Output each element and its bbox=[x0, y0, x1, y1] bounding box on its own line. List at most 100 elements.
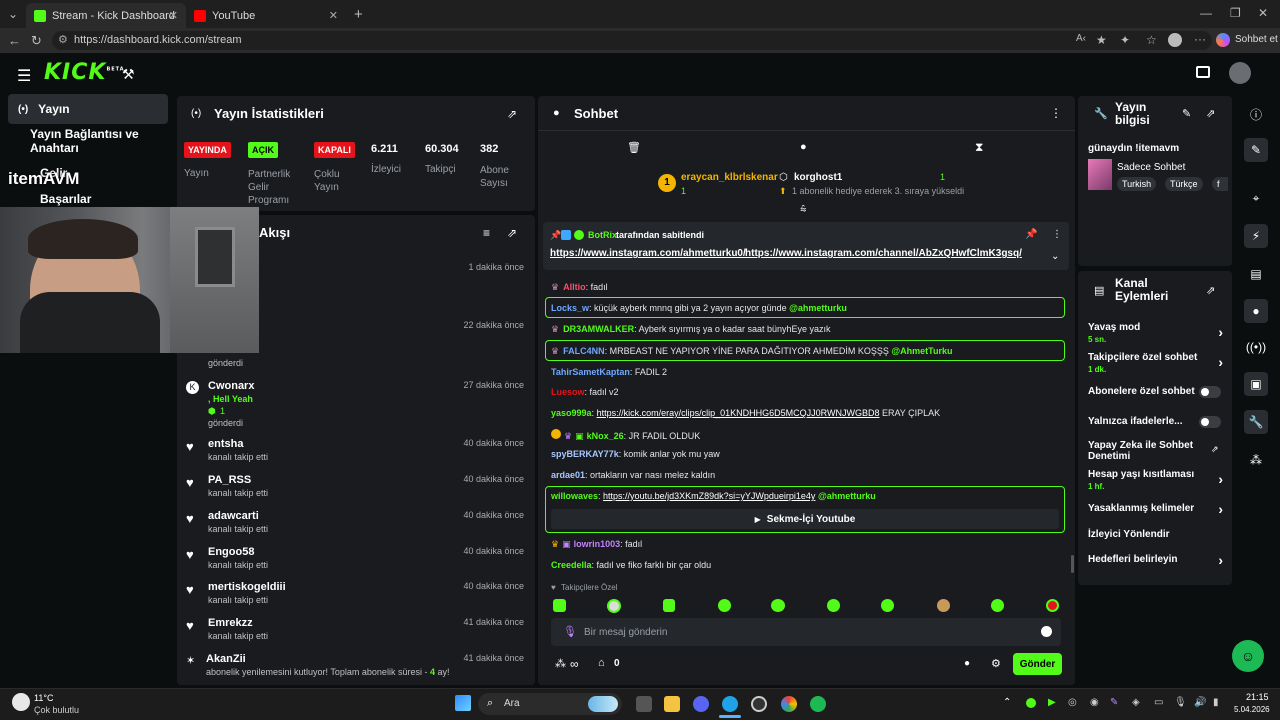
lightning-icon[interactable]: ⚡ bbox=[1244, 224, 1268, 248]
more-menu-icon[interactable]: ··· bbox=[1194, 33, 1206, 45]
users-icon[interactable]: ⁂ bbox=[555, 657, 566, 670]
live-indicator-icon[interactable] bbox=[1196, 66, 1210, 78]
chat-mention[interactable]: @ahmetturku bbox=[789, 303, 847, 313]
task-view-icon[interactable] bbox=[636, 696, 652, 712]
extensions-icon[interactable]: ✦ bbox=[1120, 34, 1130, 46]
popout-icon[interactable]: ⇗ bbox=[507, 226, 517, 240]
maximize-icon[interactable]: ❐ bbox=[1230, 7, 1241, 19]
action-followers-only[interactable]: Takipçilere özel sohbet 1 dk. › bbox=[1088, 352, 1223, 374]
read-aloud-icon[interactable]: A‹ bbox=[1076, 34, 1086, 44]
pinned-link[interactable]: https://www.instagram.com/channel/AbZxQH… bbox=[745, 248, 1022, 259]
chat-username[interactable]: Alltio bbox=[563, 282, 586, 292]
chat-username[interactable]: FALC4NN bbox=[563, 346, 605, 356]
sidebar-item-achievements[interactable]: Başarılar bbox=[8, 190, 168, 208]
chat-username[interactable]: Creedella bbox=[551, 560, 592, 570]
settings-gear-icon[interactable]: ⚙ bbox=[991, 657, 1001, 670]
chat-input[interactable]: 🎙 Bir mesaj gönderin bbox=[551, 618, 1061, 646]
emote-icon[interactable] bbox=[937, 599, 950, 612]
filter-icon[interactable]: ≡ bbox=[483, 226, 490, 240]
chat-menu-icon[interactable]: ⋮ bbox=[1050, 106, 1062, 120]
info-icon[interactable]: ⓘ bbox=[1244, 102, 1268, 126]
network-icon[interactable]: ▭ bbox=[1154, 697, 1163, 708]
profile-avatar[interactable] bbox=[1168, 33, 1182, 47]
minimize-icon[interactable]: — bbox=[1200, 7, 1212, 19]
pinned-menu-icon[interactable]: ⋮ bbox=[1052, 229, 1062, 240]
chat-username[interactable]: willowaves bbox=[551, 491, 598, 501]
chat-scrollbar[interactable] bbox=[1071, 555, 1074, 573]
chat-username[interactable]: ardae01 bbox=[551, 470, 585, 480]
chat-mention[interactable]: @AhmetTurku bbox=[891, 346, 952, 356]
tools-icon[interactable]: ⚒ bbox=[122, 66, 135, 83]
site-info-icon[interactable]: ⚙ bbox=[58, 31, 68, 50]
emote-icon[interactable] bbox=[1046, 599, 1059, 612]
battery-icon[interactable]: ▮ bbox=[1213, 697, 1219, 708]
document-icon[interactable]: ▤ bbox=[1244, 262, 1268, 286]
emotes-only-toggle[interactable] bbox=[1199, 416, 1221, 428]
chat-icon[interactable]: ● bbox=[1244, 299, 1268, 323]
action-account-age[interactable]: Hesap yaşı kısıtlaması 1 hf. › bbox=[1088, 469, 1223, 491]
sidebar-item-stream-key[interactable]: Yayın Bağlantısı ve Anahtarı bbox=[8, 126, 178, 156]
chat-username[interactable]: yaso999a bbox=[551, 408, 592, 418]
chat-username[interactable]: Luesow bbox=[551, 387, 585, 397]
tray-app-icon[interactable] bbox=[1026, 698, 1036, 708]
broadcast-icon[interactable]: ((•)) bbox=[1244, 335, 1268, 359]
emote-icon[interactable] bbox=[771, 599, 785, 612]
tray-app-icon[interactable]: ✎ bbox=[1110, 697, 1118, 708]
chat-username[interactable]: Locks_w bbox=[551, 303, 589, 313]
feed-username[interactable]: Engoo58 bbox=[208, 546, 254, 558]
chat-link[interactable]: https://youtu.be/jd3XKmZ89dk?si=yYJWpdue… bbox=[603, 491, 815, 501]
sidebar-item-stream[interactable]: (•) Yayın bbox=[8, 94, 168, 124]
feed-username[interactable]: Cwonarx bbox=[208, 380, 254, 392]
back-icon[interactable]: ← bbox=[8, 34, 21, 47]
reload-icon[interactable]: ↻ bbox=[31, 34, 42, 47]
edit-icon[interactable]: ✎ bbox=[1244, 138, 1268, 162]
hamburger-menu-icon[interactable]: ☰ bbox=[17, 66, 31, 86]
tag-pill[interactable]: Turkish bbox=[1117, 177, 1157, 191]
collections-icon[interactable]: ☆ bbox=[1146, 34, 1157, 46]
feed-username[interactable]: PA_RSS bbox=[208, 474, 251, 486]
emote-icon[interactable] bbox=[607, 599, 621, 613]
popout-icon[interactable]: ⇗ bbox=[1206, 284, 1215, 297]
discord-icon[interactable] bbox=[693, 696, 709, 712]
chat-username[interactable]: DR3AMWALKER bbox=[563, 324, 634, 334]
feed-username[interactable]: AkanZii bbox=[206, 653, 246, 665]
window-close-icon[interactable]: ✕ bbox=[1258, 7, 1268, 19]
tab-list-icon[interactable]: ⌄ bbox=[8, 8, 18, 20]
support-chat-icon[interactable]: ☺ bbox=[1232, 640, 1264, 672]
copilot-label[interactable]: Sohbet et bbox=[1235, 34, 1278, 45]
chat-mention[interactable]: @ahmetturku bbox=[818, 491, 876, 501]
category-thumbnail[interactable] bbox=[1088, 159, 1112, 190]
tray-app-icon[interactable]: ◈ bbox=[1132, 697, 1140, 708]
action-raid[interactable]: İzleyici Yönlendir bbox=[1088, 529, 1223, 543]
emoji-picker-icon[interactable] bbox=[1041, 626, 1052, 637]
action-set-goals[interactable]: Hedefleri belirleyin › bbox=[1088, 552, 1223, 568]
weather-desc[interactable]: Çok bulutlu bbox=[34, 705, 79, 715]
weather-icon[interactable] bbox=[12, 693, 30, 711]
emote-icon[interactable] bbox=[718, 599, 731, 612]
tab-youtube[interactable]: YouTube ✕ bbox=[186, 3, 346, 28]
weather-temp[interactable]: 11°C bbox=[34, 693, 53, 703]
spotify-icon[interactable] bbox=[810, 696, 826, 712]
action-slow-mode[interactable]: Yavaş mod 5 sn. › bbox=[1088, 322, 1223, 344]
obs-icon[interactable] bbox=[751, 696, 767, 712]
action-banned-words[interactable]: Yasaklanmış kelimeler › bbox=[1088, 501, 1223, 517]
volume-icon[interactable]: 🔊 bbox=[1194, 697, 1206, 708]
emote-icon[interactable] bbox=[553, 599, 566, 612]
feed-username[interactable]: Emrekzz bbox=[208, 617, 253, 629]
trash-icon[interactable]: 🗑 bbox=[627, 141, 641, 154]
collapse-icon[interactable]: ⩯ bbox=[800, 204, 806, 217]
emote-icon[interactable] bbox=[663, 599, 675, 612]
close-tab-icon[interactable]: ✕ bbox=[169, 9, 178, 22]
clock-time[interactable]: 21:15 bbox=[1246, 692, 1269, 702]
action-ai-moderation[interactable]: Yapay Zeka ile Sohbet Denetimi bbox=[1088, 440, 1208, 462]
edge-icon[interactable] bbox=[722, 696, 738, 712]
capture-icon[interactable]: ⌖ bbox=[1244, 186, 1268, 210]
chat-mode-icon[interactable]: ● bbox=[800, 141, 807, 153]
user-avatar[interactable] bbox=[1229, 62, 1251, 84]
popout-icon[interactable]: ⇗ bbox=[507, 107, 517, 121]
wrench-icon[interactable]: 🔧 bbox=[1244, 410, 1268, 434]
community-icon[interactable]: ⁂ bbox=[1244, 448, 1268, 472]
tag-pill[interactable]: f bbox=[1212, 177, 1228, 191]
new-tab-icon[interactable]: + bbox=[354, 7, 363, 22]
send-button[interactable]: Gönder bbox=[1013, 653, 1062, 675]
